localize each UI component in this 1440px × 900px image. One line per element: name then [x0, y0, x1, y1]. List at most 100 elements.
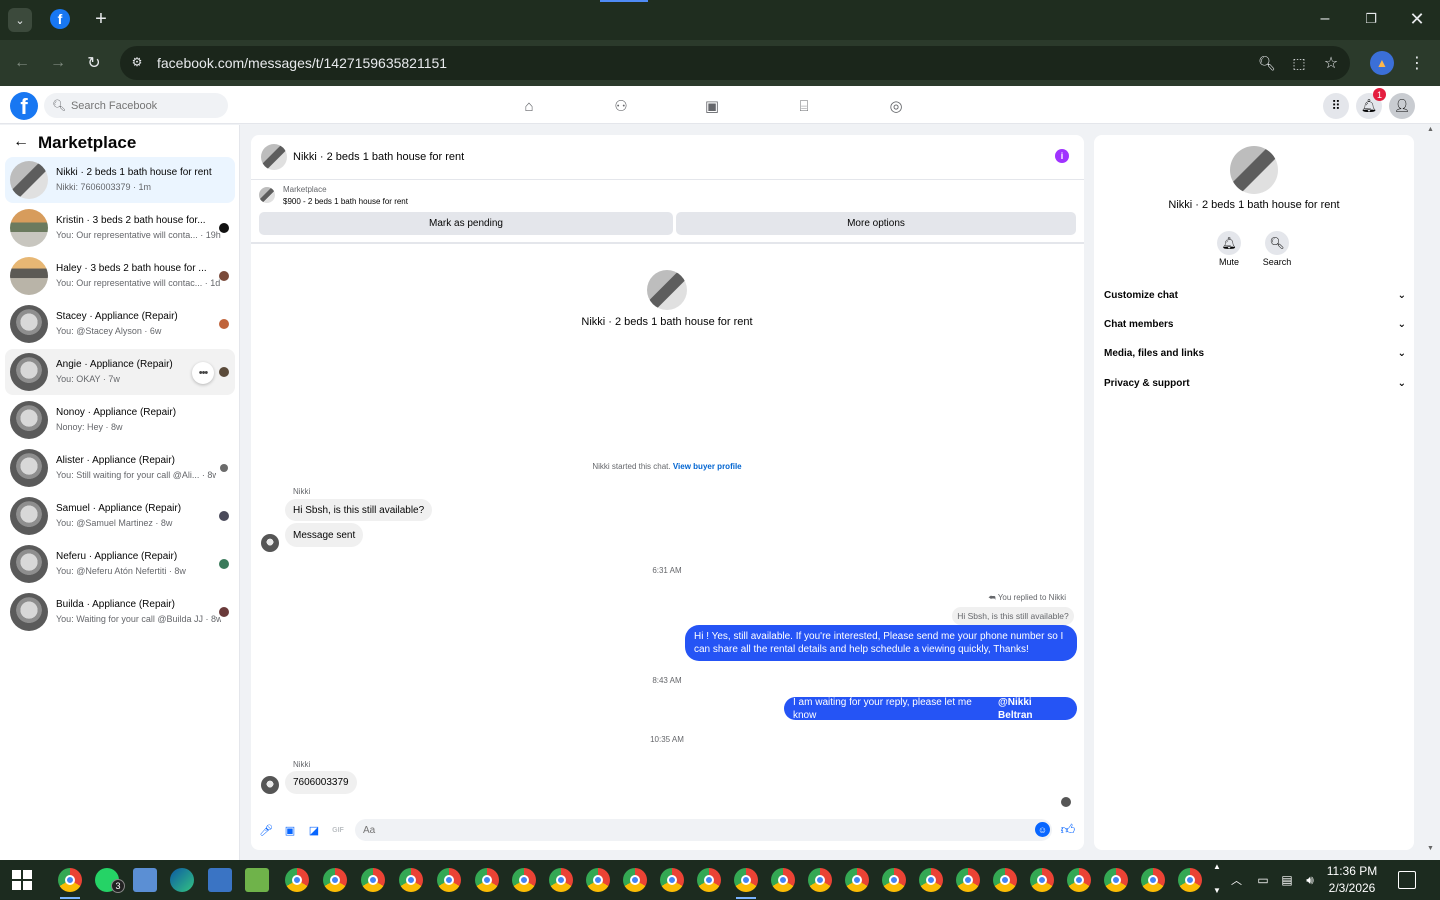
network-icon[interactable]: ▤: [1279, 872, 1295, 888]
windows-start-icon[interactable]: [12, 870, 32, 890]
chrome-icon[interactable]: [58, 868, 82, 892]
computer-app-icon[interactable]: [208, 868, 232, 892]
chrome-icon[interactable]: [919, 868, 943, 892]
incoming-message[interactable]: Message sent: [285, 523, 364, 547]
info-icon[interactable]: i: [1055, 149, 1069, 163]
avatar[interactable]: [261, 534, 279, 552]
chrome-icon[interactable]: [697, 868, 721, 892]
outgoing-message[interactable]: I am waiting for your reply, please let …: [784, 696, 1077, 722]
conversation-item[interactable]: Kristin · 3 beds 2 bath house for... You…: [5, 205, 235, 251]
avatar[interactable]: [261, 144, 287, 170]
message-composer[interactable]: [355, 819, 1052, 841]
outgoing-message[interactable]: Hi ! Yes, still available. If you're int…: [685, 625, 1077, 661]
clock-date[interactable]: 2/3/2026: [1322, 881, 1382, 895]
marketplace-icon[interactable]: ⌸: [794, 96, 814, 116]
chrome-icon[interactable]: [512, 868, 536, 892]
chrome-icon[interactable]: [1178, 868, 1202, 892]
avatar[interactable]: [1230, 146, 1278, 194]
chrome-icon[interactable]: [882, 868, 906, 892]
reload-icon[interactable]: ↻: [82, 52, 106, 74]
tab-list-icon[interactable]: ⌄: [8, 8, 32, 32]
chrome-icon[interactable]: [586, 868, 610, 892]
sticker-icon[interactable]: ◪: [307, 823, 321, 837]
media-files-section[interactable]: Media, files and links ⌄: [1104, 343, 1406, 363]
conversation-item[interactable]: Nonoy · Appliance (Repair) Nonoy: Hey · …: [5, 397, 235, 443]
conversation-item[interactable]: Samuel · Appliance (Repair) You: @Samuel…: [5, 493, 235, 539]
chrome-icon[interactable]: [808, 868, 832, 892]
listing-title[interactable]: $900 - 2 beds 1 bath house for rent: [283, 197, 408, 206]
chrome-icon[interactable]: [399, 868, 423, 892]
mention[interactable]: @Nikki Beltran: [998, 696, 1068, 722]
tray-chevron-up-icon[interactable]: ︿: [1231, 872, 1245, 887]
photo-icon[interactable]: ▣: [283, 823, 297, 837]
facebook-favicon[interactable]: f: [50, 9, 70, 29]
quoted-message[interactable]: Hi Sbsh, is this still available?: [952, 607, 1074, 625]
notification-center-icon[interactable]: [1398, 871, 1416, 889]
mute-bell-icon[interactable]: 🔔︎: [1217, 231, 1241, 255]
chrome-icon[interactable]: [323, 868, 347, 892]
chrome-icon[interactable]: [956, 868, 980, 892]
back-icon[interactable]: ←: [10, 52, 34, 74]
search-icon[interactable]: 🔍︎: [1265, 231, 1289, 255]
thumbs-up-icon[interactable]: 👍︎: [1060, 821, 1076, 837]
meet-now-icon[interactable]: ▭: [1255, 872, 1271, 888]
new-tab-icon[interactable]: +: [90, 8, 112, 30]
view-buyer-profile-link[interactable]: View buyer profile: [673, 462, 742, 471]
chrome-icon[interactable]: [660, 868, 684, 892]
friends-icon[interactable]: ⚇: [611, 96, 631, 116]
bookmark-star-icon[interactable]: ☆: [1320, 52, 1342, 74]
groups-icon[interactable]: ◎: [886, 96, 906, 116]
scroll-down-arrow-icon[interactable]: ▼: [1427, 845, 1437, 855]
video-icon[interactable]: ▣: [702, 96, 722, 116]
conversation-item[interactable]: Builda · Appliance (Repair) You: Waiting…: [5, 589, 235, 635]
listing-thumbnail[interactable]: [259, 187, 275, 203]
facebook-search[interactable]: 🔍︎: [44, 93, 228, 118]
zoom-icon[interactable]: 🔍︎: [1256, 52, 1278, 74]
conversation-item[interactable]: Angie · Appliance (Repair) You: OKAY · 7…: [5, 349, 235, 395]
privacy-support-section[interactable]: Privacy & support ⌄: [1104, 373, 1406, 393]
chrome-icon[interactable]: [771, 868, 795, 892]
taskbar-scroll-up-icon[interactable]: ▲: [1213, 862, 1221, 871]
conversation-item[interactable]: Nikki · 2 beds 1 bath house for rent Nik…: [5, 157, 235, 203]
message-input[interactable]: [363, 824, 1013, 836]
microphone-icon[interactable]: 🎤︎: [259, 823, 273, 837]
close-icon[interactable]: ✕: [1406, 8, 1428, 30]
chrome-icon[interactable]: [285, 868, 309, 892]
keyboard-app-icon[interactable]: [133, 868, 157, 892]
facebook-logo-icon[interactable]: f: [10, 92, 38, 120]
chrome-icon[interactable]: [1067, 868, 1091, 892]
incoming-message[interactable]: Hi Sbsh, is this still available?: [285, 499, 433, 521]
edge-icon[interactable]: [170, 868, 194, 892]
mark-pending-button[interactable]: Mark as pending: [259, 212, 673, 235]
profile-icon[interactable]: ▲: [1370, 51, 1394, 75]
customize-chat-section[interactable]: Customize chat ⌄: [1104, 285, 1406, 305]
clock-time[interactable]: 11:36 PM: [1322, 864, 1382, 878]
url-text[interactable]: facebook.com/messages/t/1427159635821151: [157, 55, 447, 71]
chrome-icon[interactable]: [845, 868, 869, 892]
volume-icon[interactable]: 🔊︎: [1302, 872, 1318, 888]
chrome-icon[interactable]: [475, 868, 499, 892]
chat-members-section[interactable]: Chat members ⌄: [1104, 314, 1406, 334]
menu-icon[interactable]: ⋮: [1406, 52, 1428, 74]
chrome-icon[interactable]: [1104, 868, 1128, 892]
restore-icon[interactable]: ❐: [1360, 8, 1382, 30]
chrome-icon[interactable]: [1141, 868, 1165, 892]
chrome-icon[interactable]: [1030, 868, 1054, 892]
incoming-message[interactable]: 7606003379: [285, 771, 357, 794]
account-avatar[interactable]: 👤︎: [1389, 93, 1415, 119]
chrome-icon[interactable]: [549, 868, 573, 892]
chrome-icon[interactable]: [437, 868, 461, 892]
more-options-icon[interactable]: •••: [192, 362, 214, 384]
conversation-item[interactable]: Stacey · Appliance (Repair) You: @Stacey…: [5, 301, 235, 347]
gif-icon[interactable]: GIF: [331, 823, 345, 837]
spreadsheet-app-icon[interactable]: [245, 868, 269, 892]
chrome-icon[interactable]: [993, 868, 1017, 892]
chat-title[interactable]: Nikki · 2 beds 1 bath house for rent: [293, 151, 464, 163]
chrome-icon[interactable]: [734, 868, 758, 892]
avatar[interactable]: [261, 776, 279, 794]
site-info-icon[interactable]: ⚙: [128, 53, 146, 71]
install-icon[interactable]: ⬚: [1288, 52, 1310, 74]
search-input[interactable]: [70, 99, 221, 112]
apps-menu-icon[interactable]: ⠿: [1323, 93, 1349, 119]
taskbar-scroll-down-icon[interactable]: ▼: [1213, 886, 1221, 895]
